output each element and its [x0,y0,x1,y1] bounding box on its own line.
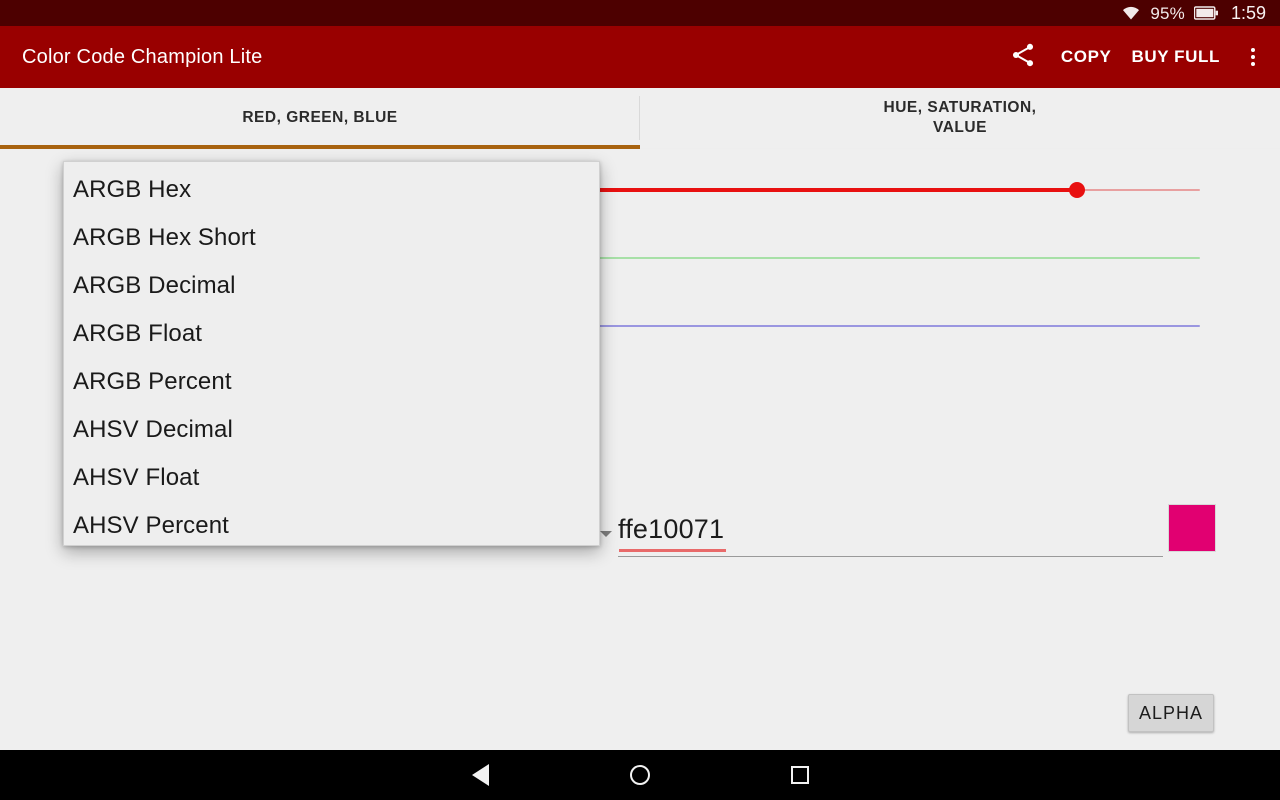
overflow-dot-1 [1251,48,1255,52]
status-bar-right-group: 95% 1:59 [1121,4,1266,22]
menu-item-argb-percent[interactable]: ARGB Percent [64,358,599,406]
android-navigation-bar [0,750,1280,800]
share-icon [1009,41,1037,74]
app-title: Color Code Champion Lite [22,45,263,68]
tab-bar: RED, GREEN, BLUE HUE, SATURATION, VALUE [0,88,1280,148]
alpha-button-label: ALPHA [1138,702,1204,723]
buy-full-button[interactable]: BUY FULL [1121,39,1230,75]
hex-value-text: ffe10071 [618,514,725,544]
overflow-dot-2 [1251,55,1255,59]
back-triangle-icon [471,764,489,786]
tab-hue-saturation-value[interactable]: HUE, SATURATION, VALUE [640,88,1280,148]
app-bar-actions: COPY BUY FULL [1001,35,1280,79]
battery-percent-label: 95% [1150,3,1185,23]
red-slider-thumb[interactable] [1068,182,1085,198]
share-button[interactable] [1001,35,1045,79]
overflow-dot-3 [1251,62,1255,66]
color-format-dropdown-menu[interactable]: ARGB Hex ARGB Hex Short ARGB Decimal ARG… [63,161,600,546]
alpha-button[interactable]: ALPHA [1128,694,1214,732]
battery-icon [1193,6,1218,20]
nav-back-button[interactable] [400,750,560,800]
status-bar: 95% 1:59 [0,0,1280,26]
nav-recents-button[interactable] [720,750,880,800]
home-circle-icon [630,765,650,785]
overflow-menu-button[interactable] [1236,35,1270,79]
clock-label: 1:59 [1230,3,1266,23]
recents-square-icon [791,766,809,784]
menu-item-ahsv-percent[interactable]: AHSV Percent [64,502,599,545]
app-bar: Color Code Champion Lite COPY BUY FULL [0,26,1280,88]
tab-divider [639,96,640,140]
android-screen: 95% 1:59 Color Code Champion Lite COPY B… [0,0,1280,800]
color-preview-swatch[interactable] [1168,504,1216,552]
menu-item-ahsv-float[interactable]: AHSV Float [64,454,599,502]
hex-value-input[interactable]: ffe10071 [618,510,1163,558]
menu-item-argb-hex[interactable]: ARGB Hex [64,166,599,214]
tab-red-green-blue-label: RED, GREEN, BLUE [242,109,398,126]
copy-button[interactable]: COPY [1051,39,1122,75]
menu-item-argb-hex-short[interactable]: ARGB Hex Short [64,214,599,262]
spellcheck-underline [619,549,726,552]
menu-item-argb-float[interactable]: ARGB Float [64,310,599,358]
chevron-down-icon[interactable] [600,531,612,537]
wifi-icon [1121,5,1141,21]
nav-home-button[interactable] [560,750,720,800]
tab-hue-saturation-value-label: HUE, SATURATION, VALUE [883,99,1037,136]
tab-red-green-blue[interactable]: RED, GREEN, BLUE [0,88,640,148]
menu-item-ahsv-decimal[interactable]: AHSV Decimal [64,406,599,454]
input-baseline [618,556,1163,557]
menu-item-argb-decimal[interactable]: ARGB Decimal [64,262,599,310]
